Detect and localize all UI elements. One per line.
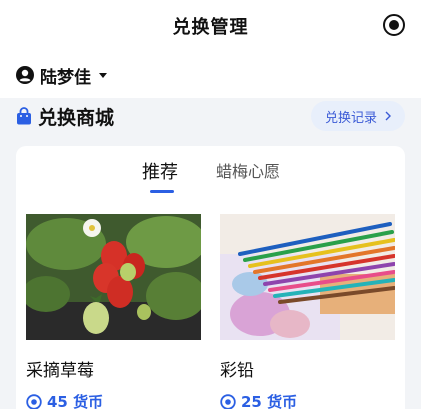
product-item[interactable]: 彩铅 25 货币 [220,214,396,409]
tab-bar: 推荐 蜡梅心愿 [16,146,405,194]
chevron-right-icon [385,111,391,121]
exchange-records-button[interactable]: 兑换记录 [310,101,405,131]
page-title: 兑换管理 [172,17,249,38]
coin-icon [220,393,236,409]
exchange-records-label: 兑换记录 [324,110,377,126]
product-card-panel: 推荐 蜡梅心愿 采摘草莓 45 货币 彩铅 25 货币 [16,146,405,409]
tab-recommended[interactable]: 推荐 [142,158,178,184]
tab-wishes[interactable]: 蜡梅心愿 [216,158,280,182]
product-name: 彩铅 [220,361,254,381]
top-bar: 兑换管理 [0,0,421,52]
chevron-down-icon [99,72,107,78]
user-name: 陆梦佳 [40,67,91,88]
shopping-bag-icon [17,107,31,125]
product-item[interactable]: 采摘草莓 45 货币 [22,214,206,409]
price-row: 25 货币 [220,391,395,409]
user-selector[interactable]: 陆梦佳 [0,52,421,98]
active-tab-indicator [150,190,174,193]
colored-pencils-photo [220,214,396,340]
shop-title: 兑换商城 [38,106,115,129]
coin-icon [26,393,42,409]
user-circle-icon [16,66,34,84]
shop-section-header: 兑换商城 兑换记录 [0,98,421,134]
price-row: 45 货币 [26,391,201,409]
product-name: 采摘草莓 [26,361,94,381]
product-price: 25 货币 [241,393,298,409]
record-target-icon[interactable] [383,14,405,36]
strawberries-photo [22,214,206,340]
product-price: 45 货币 [47,393,104,409]
